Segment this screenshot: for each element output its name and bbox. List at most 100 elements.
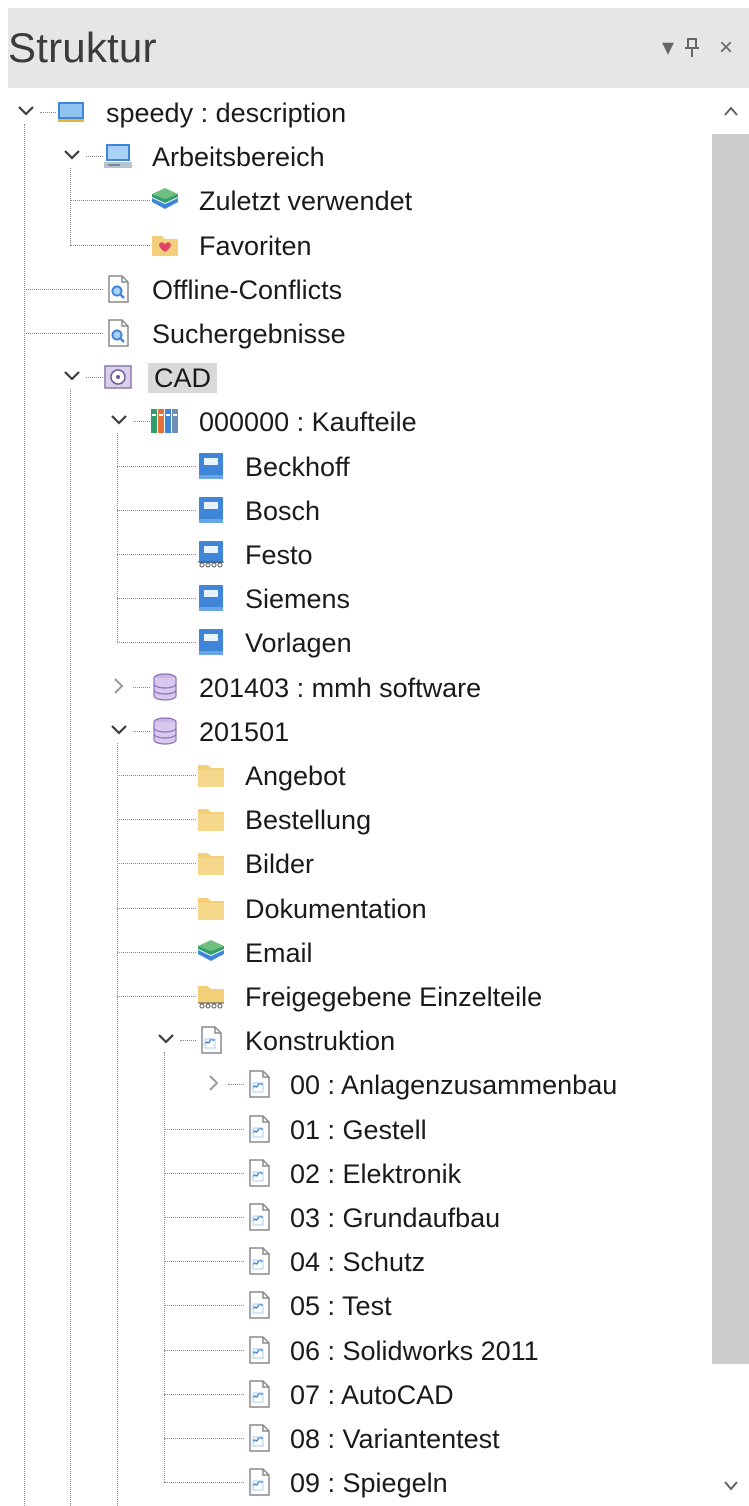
tree-connector — [70, 244, 150, 246]
tree-node[interactable]: 201501 — [0, 709, 712, 753]
tree-node-label: 05 : Test — [290, 1291, 392, 1322]
search-document-icon — [103, 318, 133, 348]
panel-title: Struktur — [8, 24, 157, 71]
chevron-up-icon — [723, 106, 738, 116]
expand-toggle-expanded[interactable] — [16, 96, 36, 126]
tree-node-label: Angebot — [245, 761, 346, 791]
structure-panel: Struktur ▾ × speedy : description Arbeits… — [0, 0, 749, 1506]
tree-node[interactable]: Bilder — [0, 841, 712, 885]
tree-connector — [40, 112, 56, 113]
tree-node[interactable]: 01 : Gestell — [0, 1107, 712, 1151]
tree-node-label: Arbeitsbereich — [152, 142, 325, 173]
tree-node[interactable]: 05 : Test — [0, 1283, 712, 1327]
tree-node[interactable]: 06 : Solidworks 2011 — [0, 1328, 712, 1372]
tree-connector — [86, 156, 103, 158]
tree-node[interactable]: speedy : description — [0, 90, 712, 134]
tree-connector — [164, 1438, 244, 1439]
tree-node[interactable]: Bestellung — [0, 797, 712, 841]
tree-connector — [228, 1084, 244, 1086]
tree-connector — [164, 1172, 244, 1174]
pin-icon — [685, 38, 699, 57]
tree-connector — [180, 1040, 196, 1042]
tree-node[interactable]: 000000 : Kaufteile — [0, 399, 712, 443]
tree-node[interactable]: Bosch — [0, 488, 712, 532]
folder-icon — [196, 848, 226, 878]
tree-node-label: 06 : Solidworks 2011 — [290, 1335, 539, 1366]
folder-icon — [196, 804, 226, 834]
tree-node[interactable]: 02 : Elektronik — [0, 1151, 712, 1195]
tree-node[interactable]: CAD — [0, 355, 712, 399]
tree-node[interactable]: Siemens — [0, 576, 712, 620]
monitor-icon — [103, 141, 133, 171]
scrollbar-thumb[interactable] — [712, 134, 749, 1364]
expand-toggle-expanded[interactable] — [109, 715, 129, 745]
tree-node[interactable]: Festo — [0, 532, 712, 576]
tree-node[interactable]: Email — [0, 930, 712, 974]
expand-toggle-expanded[interactable] — [62, 140, 82, 170]
tree-node[interactable]: Vorlagen — [0, 620, 712, 664]
tree-connector — [164, 1128, 244, 1130]
catalog-book-icon — [196, 627, 226, 657]
layers-icon — [150, 185, 180, 215]
tree-node[interactable]: 201403 : mmh software — [0, 665, 712, 709]
tree-guide-line — [24, 124, 25, 1506]
tree-connector — [117, 465, 196, 467]
tree-node-label: 02 : Elektronik — [290, 1158, 462, 1189]
expand-toggle-collapsed[interactable] — [204, 1068, 224, 1098]
chevron-down-icon — [64, 371, 80, 381]
tree-node-label: 04 : Schutz — [290, 1247, 426, 1278]
tree-node[interactable]: Suchergebnisse — [0, 311, 712, 355]
tree-node[interactable]: 09 : Spiegeln — [0, 1460, 712, 1504]
expand-toggle-expanded[interactable] — [109, 405, 129, 435]
tree-connector — [24, 288, 103, 290]
tree-node[interactable]: 03 : Grundaufbau — [0, 1195, 712, 1239]
tree-connector — [117, 907, 196, 909]
tree-node-label: Suchergebnisse — [152, 319, 346, 349]
tree-node-label: Bosch — [245, 495, 321, 526]
tree-connector — [117, 819, 196, 821]
tree-guide-line — [117, 742, 118, 1506]
tree-node[interactable]: Freigegebene Einzelteile — [0, 974, 712, 1018]
tree-connector — [164, 1349, 244, 1351]
structure-tree[interactable]: speedy : description Arbeitsbereich Zuletz… — [0, 88, 712, 1506]
expand-toggle-collapsed[interactable] — [109, 671, 129, 701]
scroll-down-button[interactable] — [712, 1464, 749, 1504]
tree-node[interactable]: 07 : AutoCAD — [0, 1372, 712, 1416]
tree-guide-line — [70, 389, 71, 1506]
tree-node[interactable]: Offline-Conflicts — [0, 267, 712, 311]
panel-close-button[interactable]: × — [712, 30, 740, 66]
tree-node-label: Bestellung — [245, 805, 372, 836]
tree-connector — [117, 775, 196, 776]
tree-node[interactable]: Dokumentation — [0, 886, 712, 930]
cad-document-icon — [244, 1069, 274, 1099]
tree-node[interactable]: 04 : Schutz — [0, 1239, 712, 1283]
panel-pin-button[interactable] — [678, 30, 706, 66]
cad-document-icon — [244, 1202, 274, 1232]
tree-node[interactable]: Favoriten — [0, 223, 712, 267]
vertical-scrollbar[interactable] — [712, 88, 749, 1506]
tree-guide-line — [70, 168, 71, 245]
chevron-down-icon — [18, 106, 34, 116]
tree-connector — [164, 1261, 244, 1263]
tree-node[interactable]: 08 : Variantentest — [0, 1416, 712, 1460]
tree-node[interactable]: Konstruktion — [0, 1018, 712, 1062]
tree-node[interactable]: Arbeitsbereich — [0, 134, 712, 178]
tree-connector — [86, 377, 103, 379]
tree-node-label: Beckhoff — [245, 451, 350, 482]
tree-node[interactable]: Beckhoff — [0, 444, 712, 488]
database-icon — [150, 672, 180, 702]
tree-node-label: Bilder — [245, 849, 315, 880]
tree-node[interactable]: Angebot — [0, 753, 712, 797]
tree-node[interactable]: 00 : Anlagenzusammenbau — [0, 1062, 712, 1106]
scroll-up-button[interactable] — [712, 90, 749, 130]
tree-connector — [117, 598, 196, 600]
tree-node-label: 000000 : Kaufteile — [199, 407, 417, 438]
cad-document-icon — [244, 1158, 274, 1188]
cad-document-icon — [244, 1335, 274, 1365]
layers-icon — [196, 937, 226, 967]
tree-connector — [133, 730, 150, 732]
expand-toggle-expanded[interactable] — [156, 1024, 176, 1054]
expand-toggle-expanded[interactable] — [62, 361, 82, 391]
tree-node[interactable]: Zuletzt verwendet — [0, 178, 712, 222]
chevron-down-icon — [723, 1481, 738, 1491]
